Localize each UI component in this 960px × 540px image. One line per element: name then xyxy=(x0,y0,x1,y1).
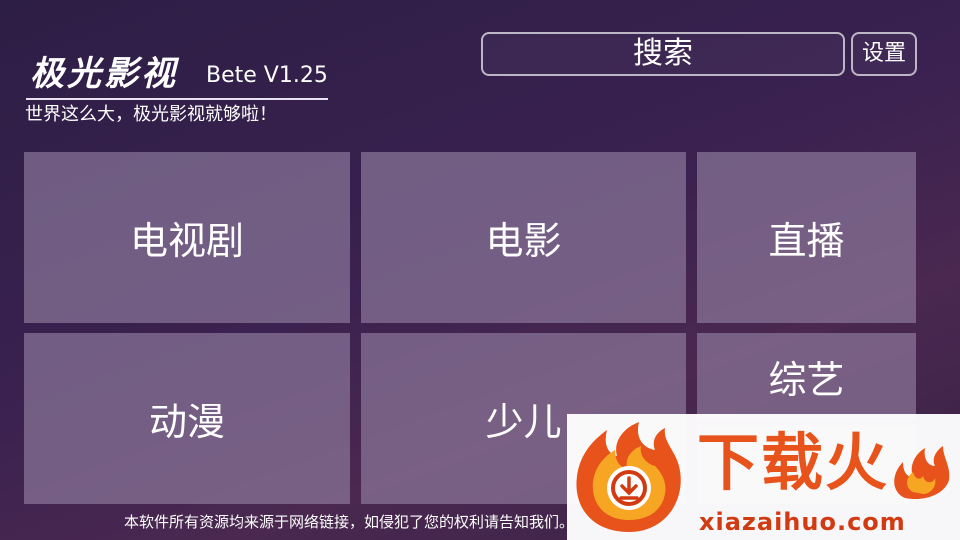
settings-button[interactable]: 设置 xyxy=(851,32,917,76)
tile-live[interactable]: 直播 xyxy=(697,152,916,323)
flame-sparks-icon xyxy=(894,446,950,500)
disclaimer-text: 本软件所有资源均来源于网络链接，如侵犯了您的权利请告知我们。 xyxy=(124,513,575,531)
tile-movies[interactable]: 电影 xyxy=(361,152,686,323)
tile-label: 直播 xyxy=(768,219,845,263)
version-label: Bete V1.25 xyxy=(206,63,328,88)
watermark-banner: 下载火 xiazaihuo.com xyxy=(567,414,960,540)
tile-label: 电视剧 xyxy=(129,219,244,263)
watermark-domain: xiazaihuo.com xyxy=(699,508,906,536)
brand-logo-text: 极光影视 xyxy=(30,54,178,94)
brand-slogan: 世界这么大，极光影视就够啦！ xyxy=(25,104,277,125)
tile-tv-series[interactable]: 电视剧 xyxy=(24,152,350,323)
tile-label: 综艺 xyxy=(768,357,845,402)
tile-anime[interactable]: 动漫 xyxy=(24,333,350,504)
tile-label: 动漫 xyxy=(148,400,225,444)
search-button[interactable]: 搜索 xyxy=(481,32,845,76)
flame-download-icon xyxy=(576,422,681,532)
app-screen: 极光影视 Bete V1.25 世界这么大，极光影视就够啦！ 搜索 设置 电视剧… xyxy=(0,0,960,540)
tile-label: 少儿 xyxy=(485,400,562,444)
brand-divider xyxy=(26,98,328,100)
watermark-title: 下载火 xyxy=(697,426,890,499)
tile-label: 电影 xyxy=(485,219,562,263)
tile-variety[interactable]: 综艺 xyxy=(697,333,916,419)
